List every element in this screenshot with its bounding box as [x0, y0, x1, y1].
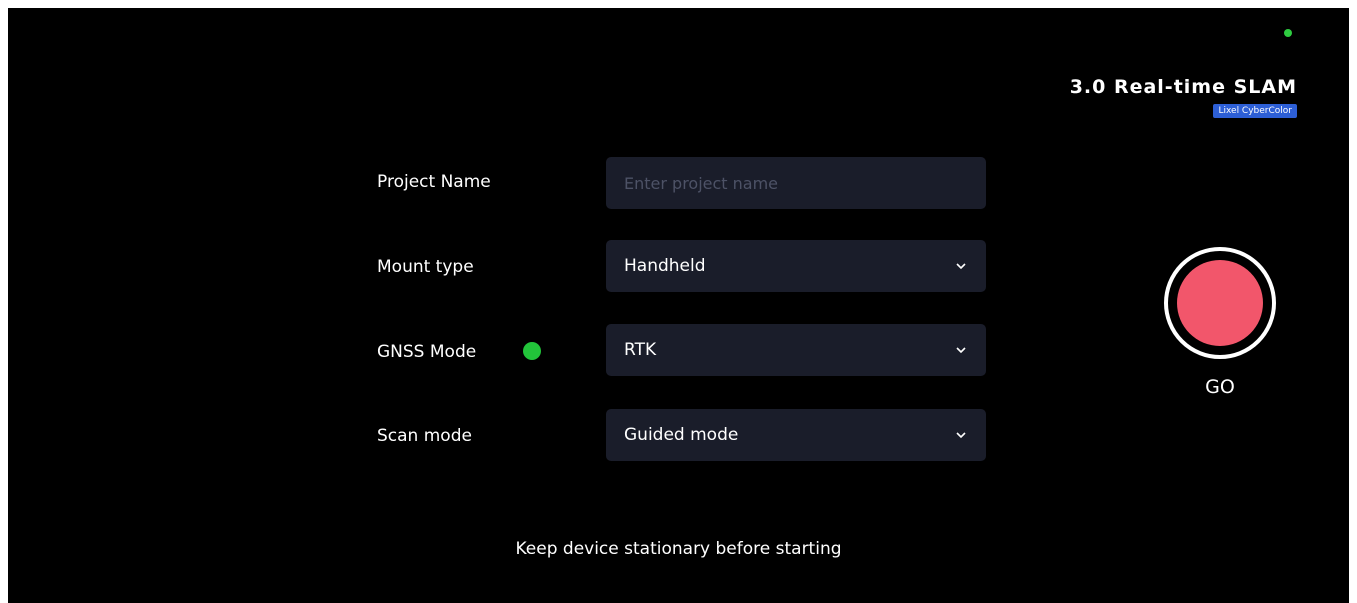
- app-screen: 3.0 Real-time SLAM Lixel CyberColor Proj…: [8, 8, 1349, 603]
- go-button[interactable]: [1164, 247, 1276, 359]
- product-badge: Lixel CyberColor: [1213, 104, 1297, 118]
- project-name-input[interactable]: [624, 173, 968, 193]
- mount-type-label: Mount type: [377, 257, 474, 277]
- go-label: GO: [1205, 376, 1235, 398]
- gnss-status-dot: [523, 342, 541, 360]
- stationary-hint: Keep device stationary before starting: [515, 539, 842, 559]
- status-indicator-dot: [1284, 29, 1292, 37]
- chevron-down-icon: [956, 432, 966, 439]
- chevron-down-icon: [956, 263, 966, 270]
- record-icon: [1177, 260, 1263, 346]
- chevron-down-icon: [956, 347, 966, 354]
- scan-mode-label: Scan mode: [377, 426, 472, 446]
- gnss-mode-select[interactable]: RTK: [606, 324, 986, 376]
- mount-type-value: Handheld: [624, 256, 706, 276]
- scan-mode-select[interactable]: Guided mode: [606, 409, 986, 461]
- scan-mode-value: Guided mode: [624, 425, 739, 445]
- project-name-field[interactable]: [606, 157, 986, 209]
- app-title: 3.0 Real-time SLAM: [1069, 76, 1297, 98]
- gnss-mode-label: GNSS Mode: [377, 342, 477, 362]
- project-name-label: Project Name: [377, 172, 491, 192]
- gnss-mode-value: RTK: [624, 340, 657, 360]
- brand-block: 3.0 Real-time SLAM Lixel CyberColor: [1070, 76, 1297, 118]
- mount-type-select[interactable]: Handheld: [606, 240, 986, 292]
